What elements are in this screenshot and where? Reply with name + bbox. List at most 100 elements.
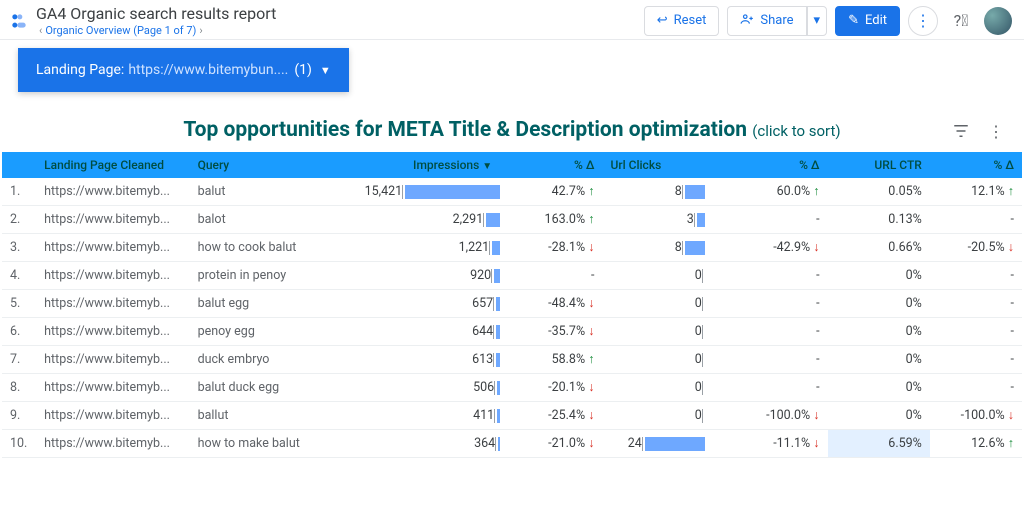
cell-impressions: 15,421 bbox=[353, 178, 500, 206]
cell-clicks: 0 bbox=[602, 402, 704, 430]
row-index: 8. bbox=[2, 374, 36, 402]
cell-landing-page: https://www.bitemyb... bbox=[36, 290, 189, 318]
table-row[interactable]: 6.https://www.bitemyb...penoy egg644-35.… bbox=[2, 318, 1022, 346]
table-row[interactable]: 9.https://www.bitemyb...ballut411-25.4% … bbox=[2, 402, 1022, 430]
filter-icon[interactable] bbox=[952, 122, 970, 144]
cell-clicks: 0 bbox=[602, 346, 704, 374]
cell-landing-page: https://www.bitemyb... bbox=[36, 234, 189, 262]
chevron-left-icon[interactable]: ‹ bbox=[39, 24, 42, 37]
breadcrumb[interactable]: ‹ Organic Overview (Page 1 of 7) › bbox=[36, 24, 644, 37]
cell-impr-delta: -35.7% ↓ bbox=[500, 318, 602, 346]
table-header-row: Landing Page Cleaned Query Impressions ▼… bbox=[2, 152, 1022, 178]
col-landing-page[interactable]: Landing Page Cleaned bbox=[36, 152, 189, 178]
person-add-icon bbox=[740, 12, 754, 30]
edit-button[interactable]: ✎ Edit bbox=[835, 6, 900, 36]
col-impr-delta[interactable]: % Δ bbox=[500, 152, 602, 178]
share-button[interactable]: Share bbox=[727, 6, 806, 36]
cell-impressions: 657 bbox=[353, 290, 500, 318]
cell-impr-delta: 58.8% ↑ bbox=[500, 346, 602, 374]
cell-query: protein in penoy bbox=[190, 262, 354, 290]
opportunities-table: Landing Page Cleaned Query Impressions ▼… bbox=[2, 152, 1022, 458]
table-row[interactable]: 5.https://www.bitemyb...balut egg657-48.… bbox=[2, 290, 1022, 318]
pencil-icon: ✎ bbox=[848, 13, 859, 28]
more-vert-icon: ⋮ bbox=[915, 11, 931, 30]
cell-landing-page: https://www.bitemyb... bbox=[36, 374, 189, 402]
cell-clicks: 0 bbox=[602, 318, 704, 346]
cell-ctr: 6.59% bbox=[828, 430, 930, 458]
cell-clicks-delta: -42.9% ↓ bbox=[705, 234, 828, 262]
cell-clicks: 0 bbox=[602, 290, 704, 318]
reset-button[interactable]: ↩ Reset bbox=[644, 6, 720, 36]
table-row[interactable]: 8.https://www.bitemyb...balut duck egg50… bbox=[2, 374, 1022, 402]
cell-clicks: 24 bbox=[602, 430, 704, 458]
cell-ctr: 0% bbox=[828, 262, 930, 290]
table-row[interactable]: 2.https://www.bitemyb...balot2,291163.0%… bbox=[2, 206, 1022, 234]
filter-chip[interactable]: Landing Page: https://www.bitemybun.... … bbox=[18, 48, 349, 92]
row-index: 7. bbox=[2, 346, 36, 374]
cell-ctr-delta: - bbox=[930, 206, 1022, 234]
col-query[interactable]: Query bbox=[190, 152, 354, 178]
cell-impressions: 411 bbox=[353, 402, 500, 430]
cell-impressions: 613 bbox=[353, 346, 500, 374]
row-index: 2. bbox=[2, 206, 36, 234]
row-index: 10. bbox=[2, 430, 36, 458]
cell-impr-delta: 42.7% ↑ bbox=[500, 178, 602, 206]
cell-clicks-delta: - bbox=[705, 206, 828, 234]
cell-ctr-delta: 12.6% ↑ bbox=[930, 430, 1022, 458]
row-index: 9. bbox=[2, 402, 36, 430]
col-url-clicks[interactable]: Url Clicks bbox=[602, 152, 704, 178]
cell-query: penoy egg bbox=[190, 318, 354, 346]
cell-ctr: 0% bbox=[828, 346, 930, 374]
cell-ctr: 0% bbox=[828, 290, 930, 318]
cell-query: how to make balut bbox=[190, 430, 354, 458]
cell-landing-page: https://www.bitemyb... bbox=[36, 318, 189, 346]
cell-clicks-delta: - bbox=[705, 374, 828, 402]
col-impressions[interactable]: Impressions ▼ bbox=[353, 152, 500, 178]
cell-query: duck embryo bbox=[190, 346, 354, 374]
table-row[interactable]: 7.https://www.bitemyb...duck embryo61358… bbox=[2, 346, 1022, 374]
more-options-button[interactable]: ⋮ bbox=[908, 6, 938, 36]
cell-query: how to cook balut bbox=[190, 234, 354, 262]
breadcrumb-label: Organic Overview (Page 1 of 7) bbox=[45, 24, 196, 37]
cell-ctr-delta: -20.5% ↓ bbox=[930, 234, 1022, 262]
cell-landing-page: https://www.bitemyb... bbox=[36, 430, 189, 458]
cell-impr-delta: -28.1% ↓ bbox=[500, 234, 602, 262]
cell-ctr: 0.05% bbox=[828, 178, 930, 206]
filter-field-label: Landing Page bbox=[36, 62, 121, 78]
col-clicks-delta[interactable]: % Δ bbox=[705, 152, 828, 178]
cell-impressions: 2,291 bbox=[353, 206, 500, 234]
help-button[interactable]: ?⃝ bbox=[946, 6, 976, 36]
col-ctr-delta[interactable]: % Δ bbox=[930, 152, 1022, 178]
cell-ctr-delta: - bbox=[930, 346, 1022, 374]
table-row[interactable]: 3.https://www.bitemyb...how to cook balu… bbox=[2, 234, 1022, 262]
cell-ctr: 0% bbox=[828, 318, 930, 346]
cell-query: balut egg bbox=[190, 290, 354, 318]
table-row[interactable]: 4.https://www.bitemyb...protein in penoy… bbox=[2, 262, 1022, 290]
undo-icon: ↩ bbox=[657, 13, 668, 28]
cell-impressions: 1,221 bbox=[353, 234, 500, 262]
cell-landing-page: https://www.bitemyb... bbox=[36, 346, 189, 374]
table-row[interactable]: 10.https://www.bitemyb...how to make bal… bbox=[2, 430, 1022, 458]
more-vert-icon[interactable]: ⋮ bbox=[988, 122, 1004, 144]
table-row[interactable]: 1.https://www.bitemyb...balut15,42142.7%… bbox=[2, 178, 1022, 206]
cell-impr-delta: -21.0% ↓ bbox=[500, 430, 602, 458]
cell-clicks-delta: - bbox=[705, 262, 828, 290]
section-title: Top opportunities for META Title & Descr… bbox=[0, 118, 1024, 142]
col-url-ctr[interactable]: URL CTR bbox=[828, 152, 930, 178]
cell-ctr-delta: - bbox=[930, 290, 1022, 318]
cell-clicks: 3 bbox=[602, 206, 704, 234]
row-index: 5. bbox=[2, 290, 36, 318]
cell-clicks-delta: - bbox=[705, 318, 828, 346]
cell-clicks-delta: -100.0% ↓ bbox=[705, 402, 828, 430]
cell-impressions: 644 bbox=[353, 318, 500, 346]
cell-landing-page: https://www.bitemyb... bbox=[36, 262, 189, 290]
chevron-right-icon[interactable]: › bbox=[199, 24, 202, 37]
help-icon: ?⃝ bbox=[954, 11, 969, 30]
share-dropdown-button[interactable]: ▾ bbox=[807, 6, 828, 36]
filter-value: https://www.bitemybun.... bbox=[128, 62, 288, 78]
sort-desc-icon: ▼ bbox=[482, 161, 492, 172]
cell-query: ballut bbox=[190, 402, 354, 430]
cell-ctr: 0% bbox=[828, 402, 930, 430]
cell-ctr-delta: 12.1% ↑ bbox=[930, 178, 1022, 206]
user-avatar[interactable] bbox=[984, 7, 1012, 35]
